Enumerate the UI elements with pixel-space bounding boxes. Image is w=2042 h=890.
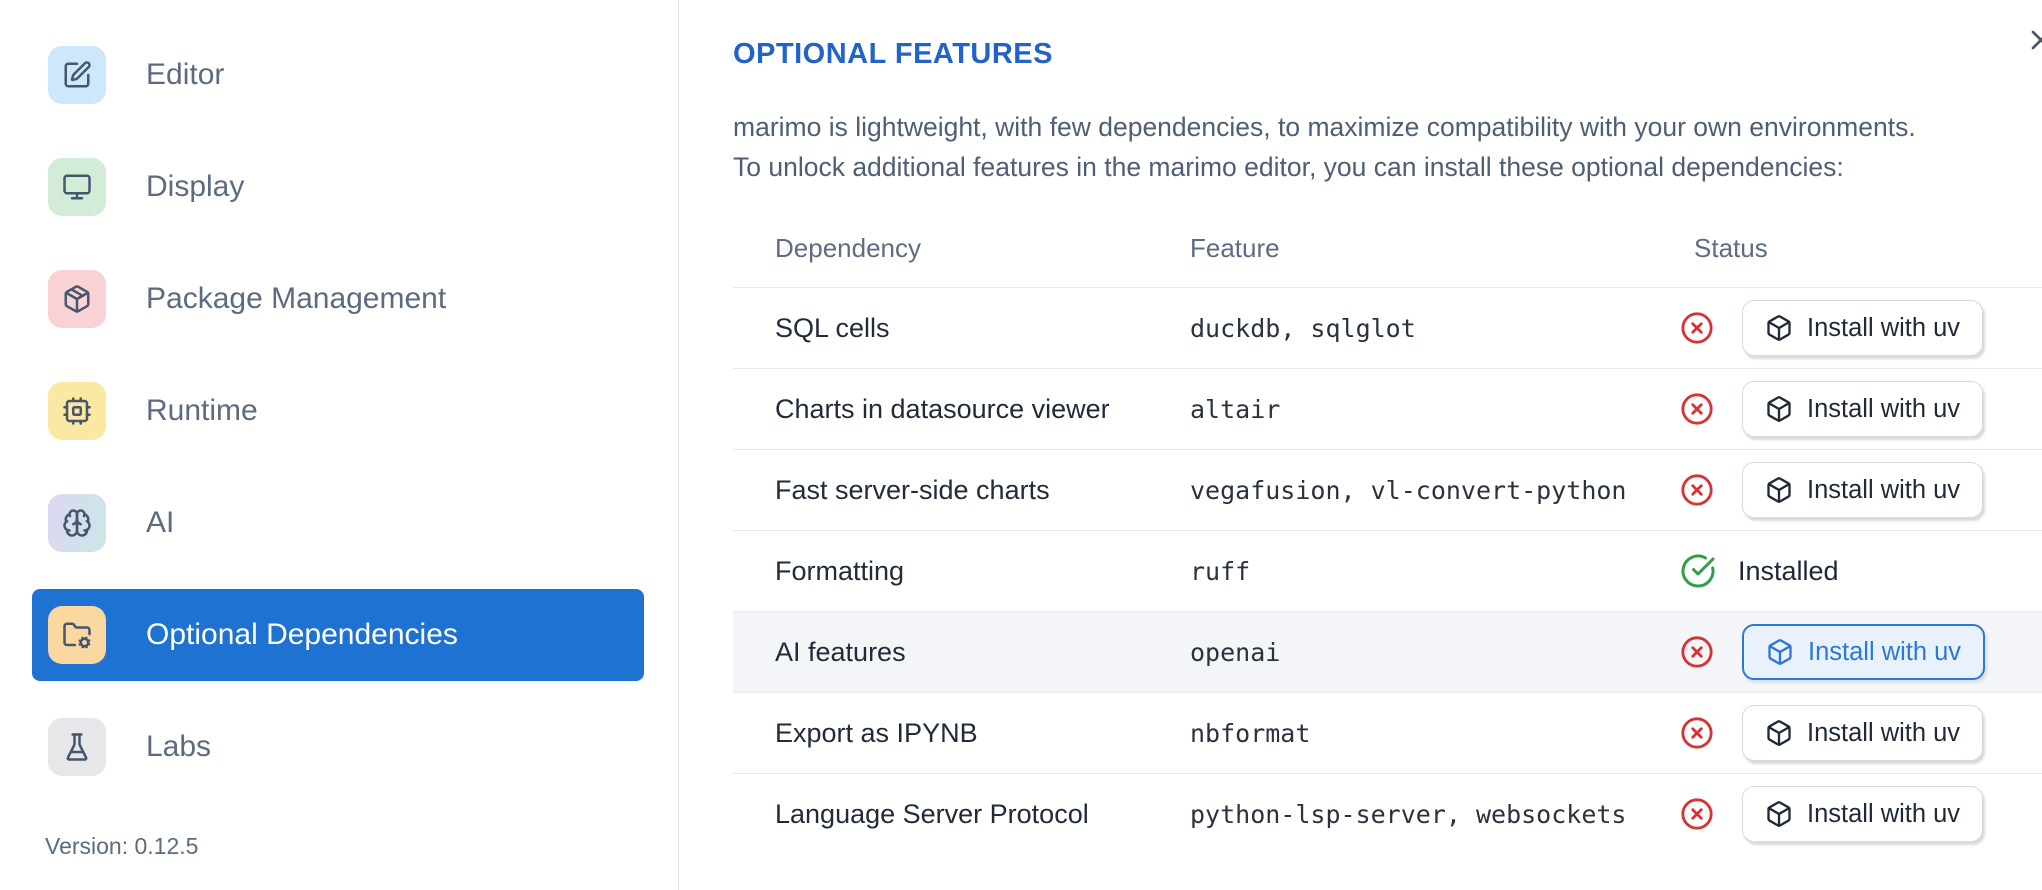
feature-cell: vegafusion, vl-convert-python <box>1190 475 1627 505</box>
sidebar-item-display[interactable]: Display <box>32 141 644 233</box>
version-label: Version: 0.12.5 <box>45 833 199 859</box>
table-row: AI features openai Install with uv <box>733 611 2042 692</box>
feature-cell: python-lsp-server, websockets <box>1190 799 1627 829</box>
sidebar-item-label: AI <box>146 506 175 539</box>
install-button-label: Install with uv <box>1807 394 1961 423</box>
sidebar-item-label: Runtime <box>146 394 258 427</box>
sidebar-items: Editor Display Package Management Runtim… <box>0 29 678 793</box>
table-row: SQL cells duckdb, sqlglot Install with u… <box>733 287 2042 368</box>
feature-cell: openai <box>1190 637 1281 667</box>
dependency-cell: Formatting <box>775 555 905 586</box>
cpu-icon <box>48 382 106 440</box>
sidebar-item-runtime[interactable]: Runtime <box>32 365 644 457</box>
feature-cell: nbformat <box>1190 718 1311 748</box>
feature-cell: altair <box>1190 394 1281 424</box>
sidebar-item-ai[interactable]: AI <box>32 477 644 569</box>
installed-status-label: Installed <box>1738 555 1839 586</box>
box-icon <box>1766 638 1794 666</box>
sidebar-item-label: Optional Dependencies <box>146 618 458 651</box>
column-header-feature: Feature <box>1190 232 1280 263</box>
install-with-uv-button[interactable]: Install with uv <box>1742 300 1984 356</box>
status-cell: Install with uv <box>1652 381 2042 437</box>
sidebar-item-label: Package Management <box>146 282 447 315</box>
install-with-uv-button[interactable]: Install with uv <box>1742 705 1984 761</box>
dependency-cell: SQL cells <box>775 312 890 343</box>
install-with-uv-button[interactable]: Install with uv <box>1742 462 1984 518</box>
sidebar-item-label: Labs <box>146 730 212 763</box>
close-button[interactable] <box>2024 24 2042 58</box>
page-title: OPTIONAL FEATURES <box>733 38 1053 70</box>
table-header-row: Dependency Feature Status <box>733 209 2042 287</box>
table-body: SQL cells duckdb, sqlglot Install with u… <box>733 287 2042 854</box>
flask-icon <box>48 718 106 776</box>
circle-x-icon <box>1680 716 1714 750</box>
box-icon <box>1765 476 1793 504</box>
status-cell: Install with uv <box>1652 705 2042 761</box>
status-cell: Installed <box>1652 553 2042 589</box>
circle-x-icon <box>1680 311 1714 345</box>
sidebar-item-label: Editor <box>146 58 225 91</box>
square-pen-icon <box>48 46 106 104</box>
status-cell: Install with uv <box>1652 462 2042 518</box>
install-with-uv-button[interactable]: Install with uv <box>1742 381 1984 437</box>
close-icon <box>2025 24 2042 59</box>
dependency-cell: Export as IPYNB <box>775 717 978 748</box>
optional-features-panel: OPTIONAL FEATURES marimo is lightweight,… <box>679 0 2042 890</box>
box-icon <box>1765 719 1793 747</box>
column-header-dependency: Dependency <box>775 232 921 263</box>
settings-sidebar: Editor Display Package Management Runtim… <box>0 0 679 890</box>
brain-icon <box>48 494 106 552</box>
description-line-1: marimo is lightweight, with few dependen… <box>733 112 1916 142</box>
table-row: Charts in datasource viewer altair Insta… <box>733 368 2042 449</box>
description-line-2: To unlock additional features in the mar… <box>733 152 1844 182</box>
table-row: Fast server-side charts vegafusion, vl-c… <box>733 449 2042 530</box>
status-cell: Install with uv <box>1652 624 2042 680</box>
dependency-cell: Charts in datasource viewer <box>775 393 1110 424</box>
box-icon <box>1765 800 1793 828</box>
install-button-label: Install with uv <box>1807 718 1961 747</box>
panel-description: marimo is lightweight, with few dependen… <box>733 107 2042 187</box>
sidebar-item-editor[interactable]: Editor <box>32 29 644 121</box>
column-header-status: Status <box>1694 232 1768 263</box>
box-icon <box>1765 314 1793 342</box>
circle-x-icon <box>1680 635 1714 669</box>
feature-cell: ruff <box>1190 556 1251 586</box>
circle-check-icon <box>1680 553 1716 589</box>
table-row: Export as IPYNB nbformat Install with uv <box>733 692 2042 773</box>
install-with-uv-button[interactable]: Install with uv <box>1742 624 1986 680</box>
table-row: Language Server Protocol python-lsp-serv… <box>733 773 2042 854</box>
sidebar-item-optional-dependencies[interactable]: Optional Dependencies <box>32 589 644 681</box>
sidebar-item-labs[interactable]: Labs <box>32 701 644 793</box>
circle-x-icon <box>1680 797 1714 831</box>
sidebar-item-package-management[interactable]: Package Management <box>32 253 644 345</box>
dependency-cell: Fast server-side charts <box>775 474 1050 505</box>
install-button-label: Install with uv <box>1808 637 1962 666</box>
monitor-icon <box>48 158 106 216</box>
install-with-uv-button[interactable]: Install with uv <box>1742 786 1984 842</box>
package-icon <box>48 270 106 328</box>
install-button-label: Install with uv <box>1807 313 1961 342</box>
install-button-label: Install with uv <box>1807 475 1961 504</box>
install-button-label: Install with uv <box>1807 799 1961 828</box>
box-icon <box>1765 395 1793 423</box>
status-cell: Install with uv <box>1652 300 2042 356</box>
dependency-cell: Language Server Protocol <box>775 798 1089 829</box>
table-row: Formatting ruff Installed <box>733 530 2042 611</box>
folder-cog-icon <box>48 606 106 664</box>
feature-cell: duckdb, sqlglot <box>1190 313 1416 343</box>
status-cell: Install with uv <box>1652 786 2042 842</box>
dependency-cell: AI features <box>775 636 906 667</box>
dependencies-table: Dependency Feature Status SQL cells duck… <box>733 209 2042 854</box>
circle-x-icon <box>1680 392 1714 426</box>
sidebar-item-label: Display <box>146 170 245 203</box>
circle-x-icon <box>1680 473 1714 507</box>
